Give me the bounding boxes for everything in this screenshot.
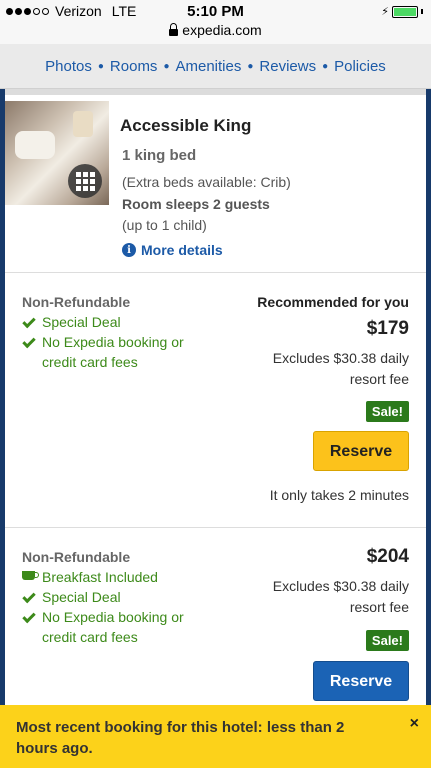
more-details-label: More details [141,242,223,258]
room-extra-beds: (Extra beds available: Crib) [122,174,291,190]
sale-badge-wrap: Sale! [365,401,409,422]
nav-policies[interactable]: Policies [334,58,386,75]
feature-item: Special Deal [22,587,121,607]
nav-photos[interactable]: Photos [45,58,92,75]
rate-type: Non-Refundable [22,294,131,310]
lock-icon [169,23,179,36]
check-icon [22,334,36,349]
check-icon [22,609,36,624]
rate-type: Non-Refundable [22,549,131,565]
resort-fee-note: Excludes $30.38 daily resort fee [272,578,409,615]
sale-badge-wrap: Sale! [365,630,409,651]
nav-amenities[interactable]: Amenities [175,58,241,75]
nav-separator: ● [163,60,170,72]
reserve-button[interactable]: Reserve [313,431,409,471]
room-photo[interactable] [5,101,109,205]
room-title: Accessible King [120,116,252,135]
room-sleeps: Room sleeps 2 guests [122,196,270,212]
check-icon [22,589,36,604]
nav-separator: ● [247,60,254,72]
room-bed: 1 king bed [122,147,197,164]
nav-rooms[interactable]: Rooms [110,58,158,75]
reserve-button[interactable]: Reserve [313,661,409,701]
price: $179 [366,318,409,339]
nav-separator: ● [97,60,104,72]
nav-reviews[interactable]: Reviews [259,58,316,75]
feature-item: credit card fees [42,354,138,370]
recommended-label: Recommended for you [257,294,409,310]
resort-fee-note: Excludes $30.38 daily resort fee [272,350,409,387]
address-bar[interactable]: expedia.com [0,22,431,44]
coffee-cup-icon [22,571,39,580]
reserve-wrap: Reserve [313,431,409,471]
feature-item: credit card fees [42,629,138,645]
feature-item: Special Deal [22,312,121,332]
recent-booking-banner: Most recent booking for this hotel: less… [0,705,431,768]
feature-item: No Expedia booking or [22,332,184,352]
url-text: expedia.com [182,22,262,38]
reserve-wrap: Reserve [313,661,409,701]
section-nav: Photos ● Rooms ● Amenities ● Reviews ● P… [0,44,431,89]
rate-option: Non-Refundable Special Deal No Expedia b… [5,273,426,528]
battery-icon: ⚡ [381,5,423,18]
price: $204 [366,546,409,567]
sale-badge: Sale! [365,630,409,651]
gallery-icon[interactable] [68,164,102,198]
more-details-link[interactable]: i More details [122,242,223,258]
info-icon: i [122,243,136,257]
room-children: (up to 1 child) [122,217,207,233]
close-icon[interactable]: × [410,715,419,733]
banner-text: Most recent booking for this hotel: less… [16,719,345,757]
check-icon [22,314,36,329]
sale-badge: Sale! [365,401,409,422]
room-card: Accessible King 1 king bed (Extra beds a… [5,89,426,768]
nav-separator: ● [322,60,329,72]
page-frame: Accessible King 1 king bed (Extra beds a… [0,89,431,768]
status-bar: Verizon LTE 5:10 PM ⚡ [0,0,431,22]
room-header: Accessible King 1 king bed (Extra beds a… [5,101,426,273]
feature-item: No Expedia booking or [22,607,184,627]
feature-item: Breakfast Included [22,567,158,587]
status-time: 5:10 PM [187,3,244,20]
booking-time-note: It only takes 2 minutes [269,487,409,503]
